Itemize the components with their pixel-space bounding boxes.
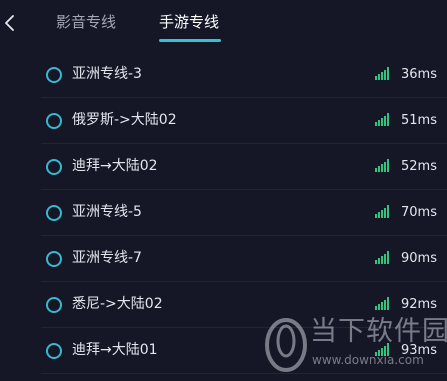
- signal-strength-icon: [375, 113, 391, 126]
- signal-strength-icon: [375, 297, 391, 310]
- signal-strength-icon: [375, 159, 391, 172]
- signal-strength-icon: [375, 343, 391, 356]
- signal-strength-icon: [375, 67, 391, 80]
- tab-game-line[interactable]: 手游专线: [159, 12, 219, 32]
- radio-button[interactable]: [46, 343, 62, 359]
- radio-button[interactable]: [46, 113, 62, 129]
- server-name: 亚洲专线-7: [72, 250, 142, 266]
- server-name: 俄罗斯->大陆02: [72, 112, 177, 128]
- signal-strength-icon: [375, 251, 391, 264]
- latency-value: 93ms: [401, 343, 437, 358]
- back-button[interactable]: [3, 14, 19, 32]
- server-name: 亚洲专线-5: [72, 204, 142, 220]
- chevron-left-icon: [5, 15, 14, 31]
- radio-button[interactable]: [46, 159, 62, 175]
- latency-value: 36ms: [401, 67, 437, 82]
- radio-button[interactable]: [46, 251, 62, 267]
- latency-value: 51ms: [401, 113, 437, 128]
- server-row[interactable]: 迪拜→大陆01 93ms: [0, 328, 447, 374]
- server-row[interactable]: 亚洲专线-7 90ms: [0, 236, 447, 282]
- latency-value: 90ms: [401, 251, 437, 266]
- server-name: 迪拜→大陆02: [72, 158, 158, 174]
- server-row[interactable]: 俄罗斯->大陆02 51ms: [0, 98, 447, 144]
- latency-value: 52ms: [401, 159, 437, 174]
- server-name: 亚洲专线-3: [72, 66, 142, 82]
- signal-strength-icon: [375, 205, 391, 218]
- server-name: 迪拜→大陆01: [72, 342, 158, 358]
- latency-value: 92ms: [401, 297, 437, 312]
- server-list: 亚洲专线-3 36ms 俄罗斯->大陆02 51ms 迪拜→大陆02 52ms …: [0, 52, 447, 374]
- game-line-screen: 影音专线 手游专线 亚洲专线-3 36ms 俄罗斯->大陆02 51ms 迪拜→…: [0, 0, 447, 381]
- server-row[interactable]: 亚洲专线-3 36ms: [0, 52, 447, 98]
- tab-av-line[interactable]: 影音专线: [56, 12, 116, 32]
- active-tab-indicator: [159, 39, 221, 42]
- server-name: 悉尼->大陆02: [72, 296, 163, 312]
- latency-value: 70ms: [401, 205, 437, 220]
- radio-button[interactable]: [46, 297, 62, 313]
- radio-button[interactable]: [46, 67, 62, 83]
- server-row[interactable]: 悉尼->大陆02 92ms: [0, 282, 447, 328]
- server-row[interactable]: 迪拜→大陆02 52ms: [0, 144, 447, 190]
- radio-button[interactable]: [46, 205, 62, 221]
- server-row[interactable]: 亚洲专线-5 70ms: [0, 190, 447, 236]
